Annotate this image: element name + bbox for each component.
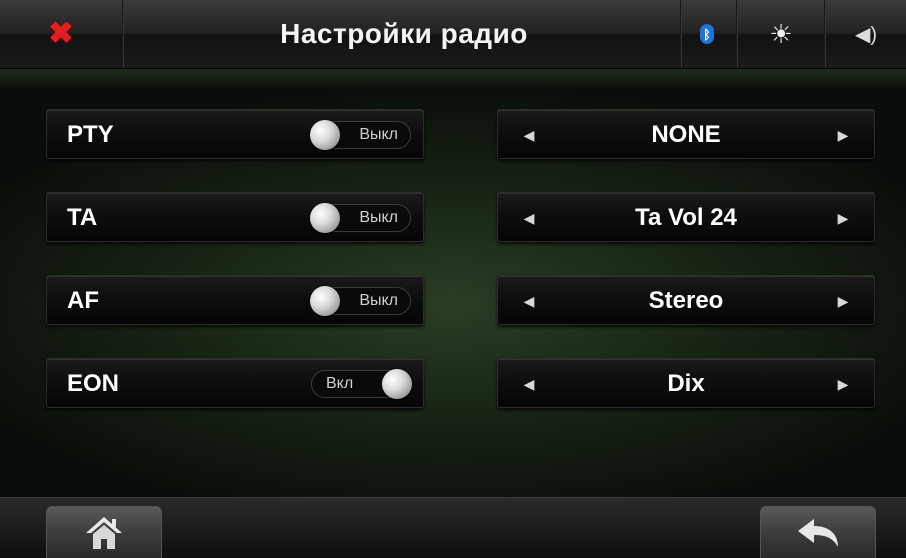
audio-mode-selector: ◀ Stereo ▶: [497, 275, 875, 325]
brightness-icon: ☀: [769, 18, 793, 49]
switch-knob: [310, 203, 340, 233]
prev-arrow-icon[interactable]: ◀: [504, 276, 554, 326]
switch-state-text: Выкл: [359, 209, 398, 226]
volume-icon: ◀): [854, 23, 878, 46]
bluetooth-button[interactable]: ᛒ: [680, 0, 734, 68]
prev-arrow-icon[interactable]: ◀: [504, 359, 554, 409]
af-label: AF: [67, 287, 99, 314]
switch-knob: [382, 369, 412, 399]
ta-label: TA: [67, 204, 98, 231]
pty-switch[interactable]: Выкл: [310, 120, 411, 150]
header-bar: ✖ Настройки радио ᛒ ☀ ◀): [0, 0, 906, 69]
next-arrow-icon[interactable]: ▶: [818, 110, 868, 160]
brightness-button[interactable]: ☀: [738, 0, 824, 68]
ta-switch[interactable]: Выкл: [310, 203, 411, 233]
page-title: Настройки радио: [280, 18, 528, 49]
selector-value: Ta Vol 24: [635, 204, 737, 231]
next-arrow-icon[interactable]: ▶: [818, 359, 868, 409]
switch-state-text: Выкл: [359, 126, 398, 143]
next-arrow-icon[interactable]: ▶: [818, 193, 868, 243]
pty-label: PTY: [67, 121, 114, 148]
back-icon: [798, 518, 838, 547]
home-button[interactable]: [46, 506, 162, 558]
settings-panel: PTY Выкл TA Выкл AF Выкл EON Вкл ◀ NONE …: [0, 69, 906, 497]
ta-volume-selector: ◀ Ta Vol 24 ▶: [497, 192, 875, 242]
footer-bar: [0, 497, 906, 558]
switch-state-text: Вкл: [326, 375, 354, 392]
pty-toggle-row[interactable]: PTY Выкл: [46, 109, 424, 159]
af-toggle-row[interactable]: AF Выкл: [46, 275, 424, 325]
noise-reduction-selector: ◀ Dix ▶: [497, 358, 875, 408]
close-icon: ✖: [48, 17, 74, 50]
eon-toggle-row[interactable]: EON Вкл: [46, 358, 424, 408]
ta-toggle-row[interactable]: TA Выкл: [46, 192, 424, 242]
back-button[interactable]: [760, 506, 876, 558]
volume-button[interactable]: ◀): [826, 0, 906, 68]
close-button[interactable]: ✖: [0, 0, 122, 68]
prev-arrow-icon[interactable]: ◀: [504, 193, 554, 243]
bluetooth-icon: ᛒ: [700, 24, 714, 44]
eon-label: EON: [67, 370, 120, 397]
selector-value: NONE: [651, 121, 721, 148]
eon-switch[interactable]: Вкл: [311, 369, 412, 399]
selector-value: Stereo: [648, 287, 724, 314]
af-switch[interactable]: Выкл: [310, 286, 411, 316]
switch-state-text: Выкл: [359, 292, 398, 309]
prev-arrow-icon[interactable]: ◀: [504, 110, 554, 160]
pty-type-selector: ◀ NONE ▶: [497, 109, 875, 159]
home-icon: [86, 516, 122, 549]
selector-value: Dix: [667, 370, 705, 397]
switch-knob: [310, 120, 340, 150]
next-arrow-icon[interactable]: ▶: [818, 276, 868, 326]
switch-knob: [310, 286, 340, 316]
